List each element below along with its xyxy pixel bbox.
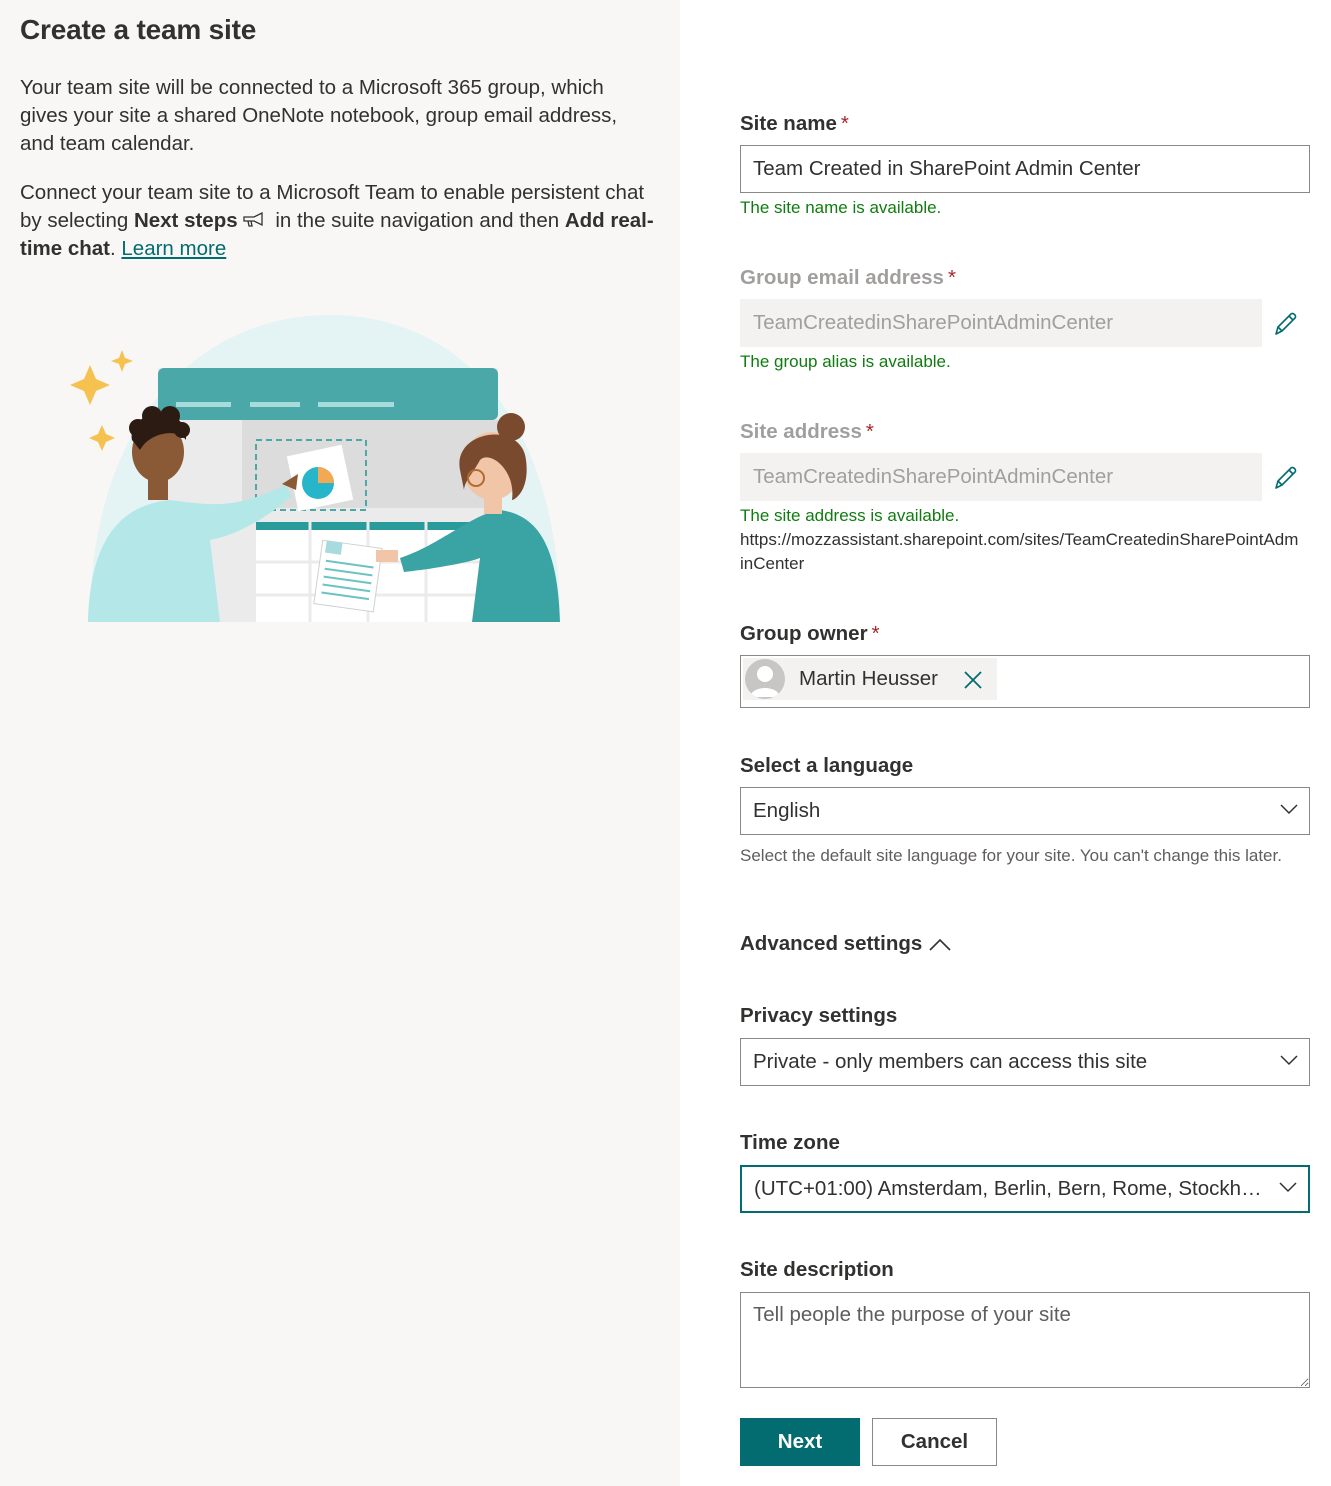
group-email-label: Group email address *: [740, 266, 956, 290]
timezone-value: (UTC+01:00) Amsterdam, Berlin, Bern, Rom…: [754, 1177, 1264, 1200]
required-marker: *: [840, 112, 849, 135]
next-steps-text: Next steps: [133, 209, 238, 232]
site-description-textarea[interactable]: [740, 1292, 1310, 1388]
chevron-down-icon: [1279, 1182, 1297, 1193]
required-marker: *: [947, 266, 956, 289]
site-name-input[interactable]: Team Created in SharePoint Admin Center: [740, 145, 1310, 193]
chevron-down-icon: [1280, 804, 1298, 815]
intro-panel: Create a team site Your team site will b…: [0, 0, 680, 1486]
timezone-dropdown[interactable]: (UTC+01:00) Amsterdam, Berlin, Bern, Rom…: [740, 1165, 1310, 1213]
site-address-label-text: Site address: [740, 420, 862, 443]
site-address-status: The site address is available.: [740, 506, 960, 525]
teams-text-2: in the suite navigation and then: [269, 209, 565, 232]
privacy-dropdown[interactable]: Private - only members can access this s…: [740, 1038, 1310, 1086]
language-value: English: [753, 799, 821, 822]
advanced-settings-toggle[interactable]: Advanced settings: [740, 932, 952, 956]
description-label: Site description: [740, 1258, 894, 1281]
team-collaboration-illustration: [70, 315, 560, 622]
group-owner-label: Group owner *: [740, 622, 880, 646]
language-label: Select a language: [740, 754, 914, 777]
privacy-label: Privacy settings: [740, 1004, 898, 1027]
site-address-url: https://mozzassistant.sharepoint.com/sit…: [740, 530, 1299, 573]
required-marker: *: [871, 622, 880, 645]
megaphone-icon: [242, 208, 266, 227]
site-name-status: The site name is available.: [740, 198, 942, 217]
edit-group-email-pencil-icon[interactable]: [1272, 310, 1300, 338]
site-name-label: Site name *: [740, 112, 849, 136]
group-email-input: TeamCreatedinSharePointAdminCenter: [740, 299, 1262, 347]
site-name-label-text: Site name: [740, 112, 837, 135]
teams-paragraph: Connect your team site to a Microsoft Te…: [20, 179, 660, 263]
chevron-up-icon: [929, 938, 951, 951]
language-dropdown[interactable]: English: [740, 787, 1310, 835]
teams-text-3: .: [110, 237, 122, 260]
group-owner-label-text: Group owner: [740, 622, 868, 645]
remove-owner-close-icon[interactable]: [963, 670, 983, 690]
required-marker: *: [865, 420, 874, 443]
cancel-button[interactable]: Cancel: [872, 1418, 997, 1466]
persona-chip: Martin Heusser: [743, 658, 997, 700]
avatar: [745, 659, 785, 699]
intro-paragraph: Your team site will be connected to a Mi…: [20, 76, 618, 155]
privacy-value: Private - only members can access this s…: [753, 1050, 1148, 1073]
site-address-input: TeamCreatedinSharePointAdminCenter: [740, 453, 1262, 501]
group-email-status: The group alias is available.: [740, 352, 951, 371]
advanced-settings-label: Advanced settings: [740, 932, 923, 955]
site-address-label: Site address *: [740, 420, 874, 444]
next-button[interactable]: Next: [740, 1418, 860, 1466]
timezone-label: Time zone: [740, 1131, 840, 1154]
learn-more-link[interactable]: Learn more: [121, 237, 226, 260]
language-hint: Select the default site language for you…: [740, 846, 1282, 865]
group-email-label-text: Group email address: [740, 266, 944, 289]
group-owner-picker[interactable]: Martin Heusser: [740, 655, 1310, 708]
page-title: Create a team site: [20, 14, 257, 45]
persona-name: Martin Heusser: [799, 667, 938, 690]
edit-site-address-pencil-icon[interactable]: [1272, 464, 1300, 492]
chevron-down-icon: [1280, 1055, 1298, 1066]
